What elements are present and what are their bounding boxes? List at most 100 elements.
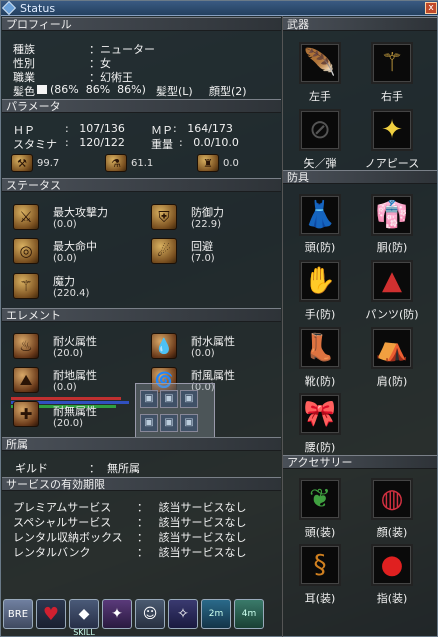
face-value: 顔型(2) <box>209 85 247 98</box>
earth-resist-icon: ⛰ <box>13 367 39 393</box>
head-accessory-slot[interactable]: ❦ <box>299 478 341 520</box>
head-accessory-label: 頭(装) <box>304 526 336 539</box>
quick-panel[interactable]: ▣ ▣ ▣ ▣ ▣ ▣ <box>135 383 215 439</box>
face-accessory-label: 顔(装) <box>376 526 408 539</box>
right-hand-label: 右手 <box>381 90 403 103</box>
service-value: ： 該当サービスなし <box>137 516 247 529</box>
strength-icon: ⚒ <box>11 154 33 172</box>
service-name: レンタル収納ボックス <box>13 531 123 544</box>
profile-header: プロフィール <box>2 17 281 31</box>
earth-value: (0.0) <box>53 382 77 393</box>
hair-color-label: 髪色 <box>13 85 35 98</box>
cup-icon: ♜ <box>197 154 219 172</box>
hp-value: : 107/136 <box>65 122 125 135</box>
staff-icon: ⚚ <box>13 273 39 299</box>
services-header: サービスの有効期限 <box>2 477 281 491</box>
stamina-label: スタミナ <box>13 138 57 151</box>
quick-slot-icon[interactable]: ▣ <box>160 414 178 432</box>
left-hand-slot[interactable]: 🪶 <box>299 42 341 84</box>
evade-value: (7.0) <box>191 253 215 264</box>
element-header: エレメント <box>2 308 281 322</box>
body-armor-label: 胴(防) <box>376 241 408 254</box>
waist-armor-slot[interactable]: 🎀 <box>299 393 341 435</box>
head-armor-label: 頭(防) <box>304 241 336 254</box>
potion-icon: ⚗ <box>105 154 127 172</box>
pants-armor-slot[interactable]: ▲ <box>371 260 413 302</box>
status-header: ステータス <box>2 178 281 192</box>
bre-button[interactable]: BRE <box>3 599 33 629</box>
quick-slot-icon[interactable]: ▣ <box>180 390 198 408</box>
hair-color-value: (86% 86% 86%) <box>50 83 146 96</box>
shoes-armor-slot[interactable]: 👢 <box>299 327 341 369</box>
wind-label: 耐風属性 <box>191 369 235 382</box>
buff-timer-1-label: 2m <box>208 609 224 619</box>
equipment-panel: 武器 🪶 左手 ⚚ 右手 ⊘ 矢／弾 ✦ ノアピース 防具 👗 頭(防) 👘 胴… <box>282 16 437 637</box>
ear-accessory-label: 耳(装) <box>304 592 336 605</box>
arrow-label: 矢／弾 <box>303 157 337 170</box>
shoes-armor-label: 靴(防) <box>304 375 336 388</box>
finger-accessory-slot[interactable]: ● <box>371 544 413 586</box>
guild-label: ギルド <box>15 462 48 475</box>
quick-slot-icon[interactable]: ▣ <box>160 390 178 408</box>
mp-value: : 164/173 <box>173 122 233 135</box>
close-button[interactable]: x <box>425 2 437 14</box>
window-title: Status <box>20 1 56 15</box>
neutral-resist-icon: ✚ <box>13 401 39 427</box>
quick-slot-icon[interactable]: ▣ <box>180 414 198 432</box>
armor-header: 防具 <box>283 170 437 184</box>
status-window: Status x プロフィール 種族 ：ニューター 性別 ：女 職業 ：幻術王 … <box>0 0 438 637</box>
guild-value: ： 無所属 <box>89 462 140 475</box>
stat1-value: 99.7 <box>37 158 60 169</box>
sparkle-icon[interactable]: ✦ <box>102 599 132 629</box>
max-attack-value: (0.0) <box>53 219 77 230</box>
face-accessory-slot[interactable]: ◍ <box>371 478 413 520</box>
right-hand-slot[interactable]: ⚚ <box>371 42 413 84</box>
weight-value: : 0.0/10.0 <box>179 136 239 149</box>
star-icon[interactable]: ✧ <box>168 599 198 629</box>
character-icon[interactable]: ☺ <box>135 599 165 629</box>
buff-timer-2-label: 4m <box>241 609 257 619</box>
skill-button[interactable]: ◆ <box>69 599 99 629</box>
evade-icon: ☄ <box>151 238 177 264</box>
weapons-header: 武器 <box>283 17 437 31</box>
accessory-header: アクセサリー <box>283 455 437 469</box>
target-icon: ◎ <box>13 238 39 264</box>
params-header: パラメータ <box>2 99 281 113</box>
max-attack-label: 最大攻撃力 <box>53 206 108 219</box>
service-value: ： 該当サービスなし <box>137 501 247 514</box>
stamina-value: : 120/122 <box>65 136 125 149</box>
sword-icon: ⚔ <box>13 204 39 230</box>
service-value: ： 該当サービスなし <box>137 546 247 559</box>
shoulder-armor-slot[interactable]: ⛺ <box>371 327 413 369</box>
title-bar[interactable]: Status x <box>1 0 438 16</box>
shoulder-armor-label: 肩(防) <box>376 375 408 388</box>
service-name: プレミアムサービス <box>13 501 112 514</box>
none-label: 耐無属性 <box>53 405 97 418</box>
noa-piece-label: ノアピース <box>364 157 420 170</box>
fire-label: 耐火属性 <box>53 335 97 348</box>
window-icon <box>1 0 17 16</box>
weight-label: 重量 <box>151 138 173 151</box>
quick-slot-icon[interactable]: ▣ <box>140 414 158 432</box>
stat2-value: 61.1 <box>131 158 154 169</box>
max-hit-value: (0.0) <box>53 253 77 264</box>
hands-armor-slot[interactable]: ✋ <box>299 260 341 302</box>
quick-slot-icon[interactable]: ▣ <box>140 390 158 408</box>
hands-armor-label: 手(防) <box>304 308 336 321</box>
magic-label: 魔力 <box>53 275 75 288</box>
earth-label: 耐地属性 <box>53 369 97 382</box>
left-hand-label: 左手 <box>309 90 331 103</box>
finger-accessory-label: 指(装) <box>376 592 408 605</box>
head-armor-slot[interactable]: 👗 <box>299 194 341 236</box>
affiliation-header: 所属 <box>2 437 281 451</box>
waist-armor-label: 腰(防) <box>304 441 336 454</box>
arrow-slot[interactable]: ⊘ <box>299 109 341 151</box>
body-armor-slot[interactable]: 👘 <box>371 194 413 236</box>
hair-color-swatch <box>37 85 47 94</box>
heart-icon[interactable]: ♥ <box>36 599 66 629</box>
hairstyle-value: 髪型(L) <box>156 85 193 98</box>
stat3-value: 0.0 <box>223 158 239 169</box>
noa-piece-slot[interactable]: ✦ <box>371 109 413 151</box>
ear-accessory-slot[interactable]: § <box>299 544 341 586</box>
evade-label: 回避 <box>191 240 213 253</box>
